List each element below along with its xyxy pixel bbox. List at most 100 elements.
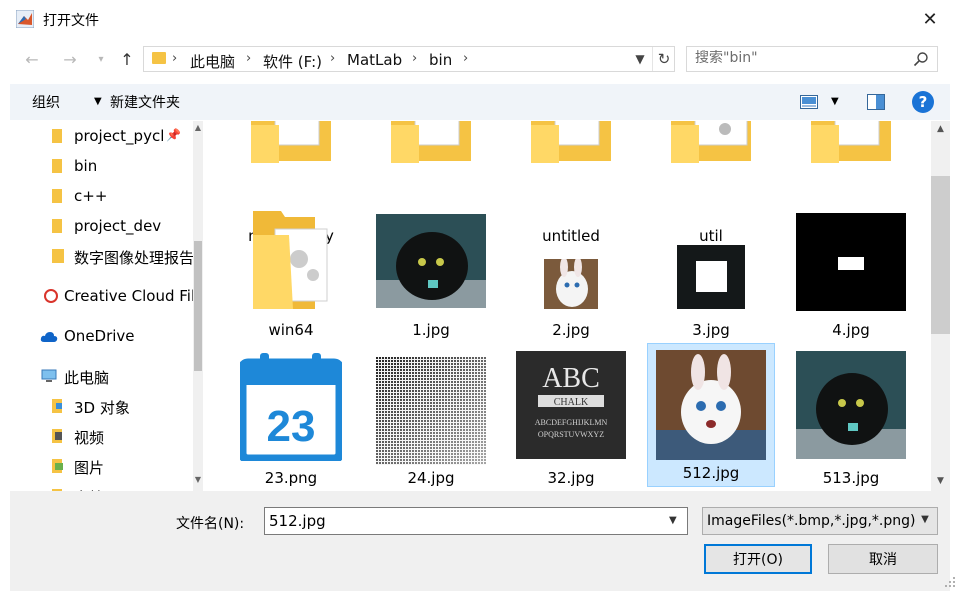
filename-input[interactable]: 512.jpg ▼ [264, 507, 688, 535]
sidebar-item-this-pc[interactable]: 此电脑 [10, 363, 193, 391]
search-input[interactable] [695, 50, 895, 66]
address-bar[interactable]: › 此电脑 › 软件 (F:) › MatLab › bin › ▼ ↻ [143, 46, 675, 72]
sidebar-item-label: 数字图像处理报告 [74, 249, 193, 267]
sidebar-item-label: 此电脑 [64, 369, 110, 387]
arrow-left-icon: ← [25, 49, 39, 69]
file-name: 2.jpg [552, 321, 590, 339]
chevron-down-icon[interactable]: ▼ [669, 515, 677, 526]
folder-icon [251, 121, 331, 163]
navigation-pane: project_pycl 📌 bin c++ project_dev 数字图像处… [10, 121, 203, 491]
sidebar-item-cpp[interactable]: c++ [10, 183, 193, 211]
file-item-selected[interactable]: 512.jpg [647, 343, 775, 487]
sidebar-scrollbar[interactable]: ▲ ▼ [193, 121, 203, 491]
chevron-down-icon[interactable]: ▼ [831, 96, 839, 107]
preview-pane-icon[interactable] [867, 94, 885, 110]
view-options-icon[interactable] [800, 95, 818, 109]
file-item[interactable]: 4.jpg [787, 199, 915, 343]
breadcrumb-drive[interactable]: 软件 (F:) [263, 51, 322, 72]
filetype-value: ImageFiles(*.bmp,*.jpg,*.png) [707, 513, 916, 529]
file-item[interactable]: win64 [227, 199, 355, 343]
new-folder-button[interactable]: 新建文件夹 [110, 92, 180, 112]
thumb-text: OPQRSTUVWXYZ [538, 430, 604, 439]
sidebar-item-label: project_pycl [74, 127, 165, 145]
back-button[interactable]: ← [20, 48, 44, 70]
sidebar-item-label: project_dev [74, 217, 162, 235]
filetype-select[interactable]: ImageFiles(*.bmp,*.jpg,*.png) ▼ [702, 507, 938, 535]
file-item[interactable]: 23 23.png [227, 347, 355, 491]
forward-button[interactable]: → [58, 48, 82, 70]
refresh-icon: ↻ [657, 50, 671, 68]
3d-objects-icon [52, 399, 62, 413]
file-name: 32.jpg [547, 469, 595, 487]
file-item[interactable]: 513.jpg [787, 347, 915, 491]
sidebar-item-creative-cloud[interactable]: Creative Cloud Files [10, 283, 193, 311]
sidebar-item-3d-objects[interactable]: 3D 对象 [10, 393, 193, 421]
sidebar-item-report[interactable]: 数字图像处理报告 [10, 243, 193, 271]
open-button[interactable]: 打开(O) [704, 544, 812, 574]
file-name: 1.jpg [412, 321, 450, 339]
file-name: 3.jpg [692, 321, 730, 339]
folder-icon [531, 121, 611, 163]
sidebar-item-video[interactable]: 视频 [10, 423, 193, 451]
sidebar-item-label: c++ [74, 187, 108, 205]
image-thumbnail [656, 350, 766, 460]
sidebar-item-onedrive[interactable]: OneDrive [10, 323, 193, 351]
refresh-button[interactable]: ↻ [652, 47, 675, 71]
folder-icon [152, 52, 166, 64]
sidebar-item-project-dev[interactable]: project_dev [10, 213, 193, 241]
breadcrumb-matlab[interactable]: MatLab [347, 51, 402, 69]
organize-button[interactable]: 组织 [32, 92, 60, 112]
image-thumbnail [677, 245, 745, 309]
arrow-up-icon: ↑ [120, 49, 134, 69]
file-item[interactable]: 1.jpg [367, 199, 495, 343]
creative-cloud-icon [44, 289, 58, 303]
search-box[interactable] [686, 46, 938, 72]
breadcrumb-separator: › [463, 51, 469, 66]
file-item[interactable]: 2.jpg [507, 199, 635, 343]
scroll-down-icon[interactable]: ▼ [193, 475, 203, 484]
up-button[interactable]: ↑ [116, 48, 138, 70]
sidebar-item-bin[interactable]: bin [10, 153, 193, 181]
sidebar-item-label: 3D 对象 [74, 399, 130, 417]
folder-icon [811, 121, 891, 163]
sidebar-scroll-thumb[interactable] [194, 241, 202, 371]
file-list-scroll-thumb[interactable] [931, 176, 950, 334]
folder-icon [52, 159, 62, 173]
window-title: 打开文件 [43, 13, 99, 29]
file-list-scrollbar[interactable]: ▲ ▼ [931, 121, 950, 491]
sidebar-item-documents[interactable]: 文档 [10, 483, 193, 491]
sidebar-item-project-pycl[interactable]: project_pycl 📌 [10, 123, 193, 151]
resize-grip-icon[interactable] [944, 576, 956, 588]
sidebar-item-label: 图片 [74, 459, 105, 477]
folder-icon [52, 129, 62, 143]
file-name: 24.jpg [407, 469, 455, 487]
sidebar-item-pictures[interactable]: 图片 [10, 453, 193, 481]
image-thumbnail: ABC CHALK ABCDEFGHIJKLMN OPQRSTUVWXYZ [516, 351, 626, 459]
file-item[interactable]: 3.jpg [647, 199, 775, 343]
breadcrumb-bin[interactable]: bin [429, 51, 452, 69]
matlab-icon [16, 10, 34, 28]
command-bar: 组织 ▼ 新建文件夹 ▼ ? [10, 84, 950, 120]
image-thumbnail [796, 351, 906, 459]
chevron-down-icon: ▼ [915, 514, 935, 525]
chevron-down-icon: ▼ [635, 52, 645, 66]
file-name: 512.jpg [682, 464, 740, 482]
file-item[interactable]: ABC CHALK ABCDEFGHIJKLMN OPQRSTUVWXYZ 32… [507, 347, 635, 491]
scroll-up-icon[interactable]: ▲ [931, 124, 950, 134]
address-history-button[interactable]: ▼ [628, 47, 652, 71]
scroll-down-icon[interactable]: ▼ [931, 476, 950, 486]
cancel-button[interactable]: 取消 [828, 544, 938, 574]
close-icon: ✕ [922, 8, 938, 30]
recent-locations-button[interactable]: ▾ [94, 48, 108, 70]
search-icon [913, 52, 928, 67]
image-thumbnail [544, 259, 598, 309]
scroll-up-icon[interactable]: ▲ [193, 123, 203, 132]
arrow-right-icon: → [63, 49, 77, 69]
file-item[interactable]: 24.jpg [367, 347, 495, 491]
help-icon[interactable]: ? [912, 91, 934, 113]
file-name: 23.png [264, 469, 318, 487]
close-button[interactable]: ✕ [912, 4, 948, 34]
chevron-down-icon: ▼ [94, 96, 102, 107]
breadcrumb-this-pc[interactable]: 此电脑 [190, 51, 235, 72]
folder-shortcut-icon [52, 249, 64, 263]
